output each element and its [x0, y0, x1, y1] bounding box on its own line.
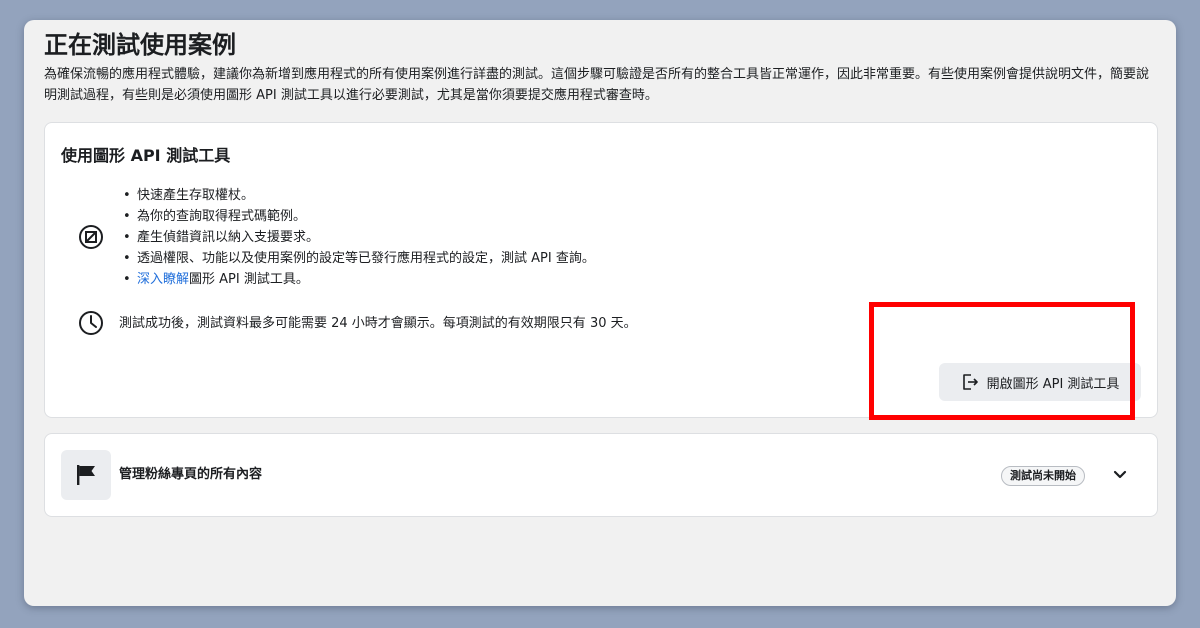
list-item: 透過權限、功能以及使用案例的設定等已發行應用程式的設定，測試 API 查詢。	[119, 248, 595, 269]
list-item: 深入瞭解圖形 API 測試工具。	[119, 269, 595, 290]
open-graph-api-explorer-button[interactable]: 開啟圖形 API 測試工具	[939, 363, 1141, 401]
learn-more-suffix: 圖形 API 測試工具。	[189, 272, 309, 287]
graph-api-card-title: 使用圖形 API 測試工具	[61, 146, 231, 165]
usecase-card[interactable]: 管理粉絲專頁的所有內容 測試尚未開始	[44, 433, 1158, 517]
learn-more-link[interactable]: 深入瞭解	[137, 272, 189, 287]
graph-api-card: 使用圖形 API 測試工具 快速產生存取權杖。 為你的查詢取得程式碼範例。 產生…	[44, 122, 1158, 418]
flag-icon	[77, 465, 95, 485]
graph-api-tool-icon	[79, 225, 103, 249]
app-window: 正在測試使用案例 為確保流暢的應用程式體驗，建議你為新增到應用程式的所有使用案例…	[24, 20, 1176, 606]
list-item: 產生偵錯資訊以納入支援要求。	[119, 227, 595, 248]
page-description: 為確保流暢的應用程式體驗，建議你為新增到應用程式的所有使用案例進行詳盡的測試。這…	[44, 67, 1150, 103]
list-item: 為你的查詢取得程式碼範例。	[119, 206, 595, 227]
clock-icon	[79, 311, 103, 335]
status-badge: 測試尚未開始	[1001, 466, 1085, 486]
usecase-title: 管理粉絲專頁的所有內容	[119, 467, 263, 482]
chevron-down-icon[interactable]	[1109, 464, 1131, 486]
list-item: 快速產生存取權杖。	[119, 185, 595, 206]
page-title: 正在測試使用案例	[44, 31, 236, 59]
open-button-label: 開啟圖形 API 測試工具	[986, 376, 1120, 392]
test-note: 測試成功後，測試資料最多可能需要 24 小時才會顯示。每項測試的有效期限只有 3…	[119, 316, 637, 331]
flag-tile	[61, 450, 111, 500]
open-external-icon	[962, 374, 978, 390]
feature-list: 快速產生存取權杖。 為你的查詢取得程式碼範例。 產生偵錯資訊以納入支援要求。 透…	[119, 185, 595, 290]
